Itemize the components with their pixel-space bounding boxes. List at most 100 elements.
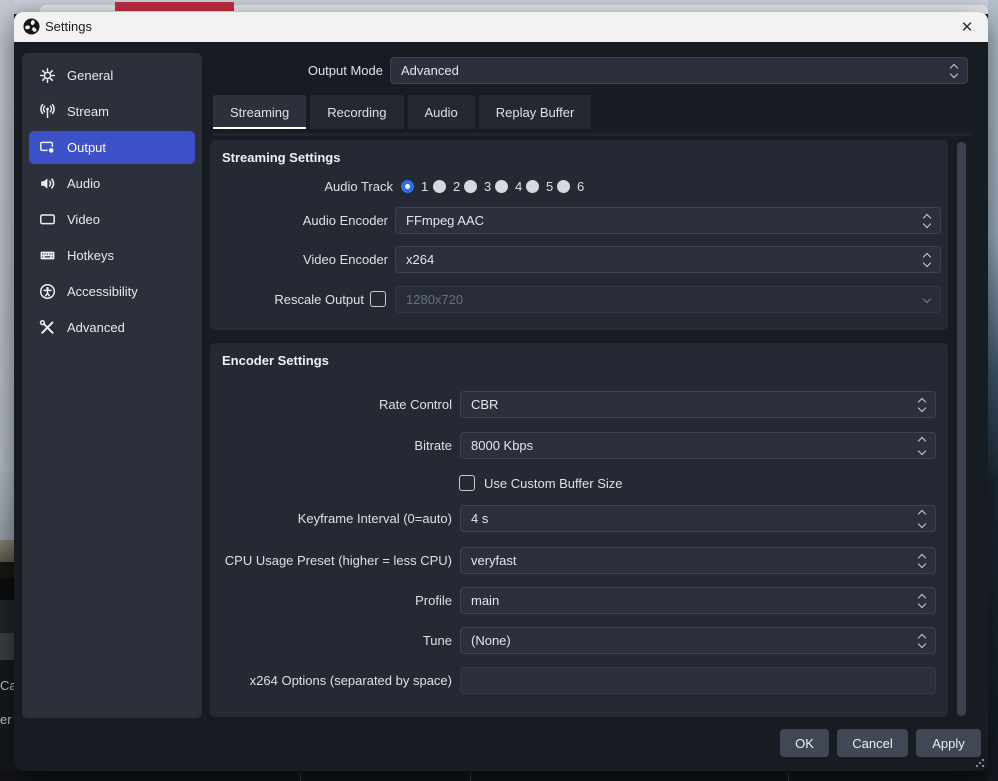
radio-label: 6	[577, 173, 584, 200]
radio-track-2[interactable]	[433, 180, 446, 193]
output-tabs: Streaming Recording Audio Replay Buffer	[213, 95, 591, 129]
sidebar-item-stream[interactable]: Stream	[29, 95, 195, 128]
chevron-down-icon	[918, 404, 926, 412]
sidebar-item-output[interactable]: Output	[29, 131, 195, 164]
keyframe-interval-spinbox[interactable]: 4 s	[460, 505, 936, 532]
tab-audio[interactable]: Audio	[408, 95, 475, 129]
radio-track-4[interactable]	[495, 180, 508, 193]
radio-label: 5	[546, 173, 553, 200]
tune-value: (None)	[471, 633, 511, 648]
background-fragment	[0, 578, 14, 600]
background-divider	[788, 772, 789, 781]
chevron-down-icon	[918, 600, 926, 608]
tab-streaming[interactable]: Streaming	[213, 95, 306, 129]
sidebar-item-general[interactable]: General	[29, 59, 195, 92]
bitrate-spinbox[interactable]: 8000 Kbps	[460, 432, 936, 459]
radio-track-1[interactable]	[401, 180, 414, 193]
cpu-usage-preset-select[interactable]: veryfast	[460, 547, 936, 574]
chevron-down-icon	[918, 560, 926, 568]
chevron-down-icon	[918, 640, 926, 648]
sidebar-item-label: Advanced	[67, 320, 125, 335]
sidebar-item-audio[interactable]: Audio	[29, 167, 195, 200]
profile-select[interactable]: main	[460, 587, 936, 614]
rescale-resolution-select[interactable]: 1280x720	[395, 286, 941, 313]
radio-label: 3	[484, 173, 491, 200]
ok-button[interactable]: OK	[780, 729, 829, 757]
sidebar-item-label: Stream	[67, 104, 109, 119]
cpu-usage-preset-label: CPU Usage Preset (higher = less CPU)	[225, 547, 452, 574]
obs-logo-icon	[23, 18, 40, 35]
radio-label: 4	[515, 173, 522, 200]
output-mode-label: Output Mode	[217, 57, 383, 84]
cpu-usage-preset-value: veryfast	[471, 553, 517, 568]
rescale-output-checkbox[interactable]	[370, 291, 386, 307]
x264-options-label: x264 Options (separated by space)	[250, 667, 452, 694]
radio-track-6[interactable]	[557, 180, 570, 193]
use-custom-buffer-size-checkbox[interactable]	[459, 475, 475, 491]
sidebar-item-label: Audio	[67, 176, 100, 191]
background-fragment	[0, 600, 14, 633]
vertical-scrollbar[interactable]	[957, 142, 966, 716]
x264-options-input[interactable]	[460, 667, 936, 694]
encoder-settings-panel: Encoder Settings Rate Control CBR Bitrat…	[210, 343, 948, 717]
sidebar-item-label: Video	[67, 212, 100, 227]
audio-encoder-label: Audio Encoder	[303, 207, 388, 234]
bitrate-value: 8000 Kbps	[471, 438, 533, 453]
window-title: Settings	[45, 19, 92, 34]
tab-replay-buffer[interactable]: Replay Buffer	[479, 95, 592, 129]
audio-encoder-value: FFmpeg AAC	[406, 213, 484, 228]
video-encoder-select[interactable]: x264	[395, 246, 941, 273]
rate-control-value: CBR	[471, 397, 498, 412]
radio-track-3[interactable]	[464, 180, 477, 193]
streaming-settings-panel: Streaming Settings Audio Track 1 2 3 4 5…	[210, 140, 948, 330]
background-divider	[300, 772, 301, 781]
sidebar-item-hotkeys[interactable]: Hotkeys	[29, 239, 195, 272]
audio-encoder-select[interactable]: FFmpeg AAC	[395, 207, 941, 234]
sidebar: General Stream Output Audio Video	[22, 53, 202, 718]
rate-control-select[interactable]: CBR	[460, 391, 936, 418]
cancel-button[interactable]: Cancel	[837, 729, 908, 757]
sidebar-item-video[interactable]: Video	[29, 203, 195, 236]
display-icon	[39, 211, 56, 228]
resize-grip[interactable]	[975, 758, 985, 768]
background-thumbnail-fragment	[0, 540, 14, 562]
radio-label: 2	[453, 173, 460, 200]
profile-label: Profile	[415, 587, 452, 614]
tools-icon	[39, 319, 56, 336]
chevron-down-icon	[923, 295, 931, 303]
output-mode-select[interactable]: Advanced	[390, 57, 968, 84]
keyboard-icon	[39, 247, 56, 264]
apply-button[interactable]: Apply	[916, 729, 981, 757]
gear-icon	[39, 67, 56, 84]
section-title: Streaming Settings	[222, 150, 340, 165]
tab-separator	[213, 133, 973, 136]
video-encoder-value: x264	[406, 252, 434, 267]
rate-control-label: Rate Control	[379, 391, 452, 418]
sidebar-item-label: Accessibility	[67, 284, 138, 299]
background-fragment	[0, 633, 14, 660]
tab-recording[interactable]: Recording	[310, 95, 403, 129]
rescale-output-label: Rescale Output	[274, 286, 364, 313]
accessibility-icon	[39, 283, 56, 300]
sidebar-item-label: General	[67, 68, 113, 83]
spin-up-icon	[918, 437, 926, 445]
tune-select[interactable]: (None)	[460, 627, 936, 654]
use-custom-buffer-size-label: Use Custom Buffer Size	[484, 470, 622, 497]
output-mode-value: Advanced	[401, 63, 459, 78]
chevron-down-icon	[923, 220, 931, 228]
profile-value: main	[471, 593, 499, 608]
screen-share-icon	[39, 139, 56, 156]
rescale-resolution-value: 1280x720	[406, 292, 463, 307]
background-divider	[470, 772, 471, 781]
background-red-bar	[115, 2, 234, 11]
radio-track-5[interactable]	[526, 180, 539, 193]
video-encoder-label: Video Encoder	[303, 246, 388, 273]
bitrate-label: Bitrate	[414, 432, 452, 459]
sidebar-item-advanced[interactable]: Advanced	[29, 311, 195, 344]
close-icon[interactable]: ✕	[954, 14, 980, 40]
sidebar-item-accessibility[interactable]: Accessibility	[29, 275, 195, 308]
keyframe-interval-value: 4 s	[471, 511, 488, 526]
tune-label: Tune	[423, 627, 452, 654]
section-title: Encoder Settings	[222, 353, 329, 368]
background-fragment	[0, 562, 14, 578]
